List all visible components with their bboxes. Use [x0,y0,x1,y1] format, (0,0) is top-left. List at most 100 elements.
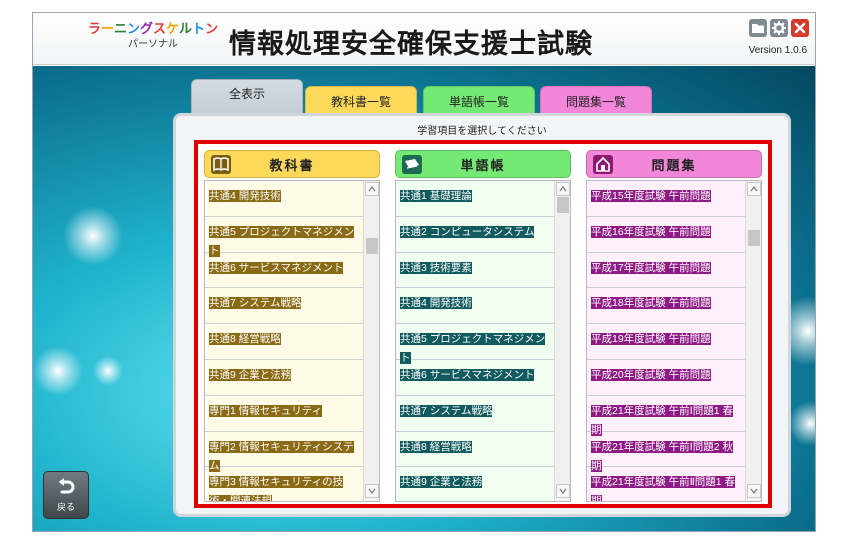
scroll-up-button[interactable] [556,182,570,196]
list-item-label: 専門1 情報セキュリティ [209,404,323,417]
list-item-label: 共通9 企業と法務 [400,476,483,489]
list-item[interactable]: 平成18年度試験 午前問題 [587,288,745,325]
scroll-thumb[interactable] [557,197,569,213]
list-item-label: 共通4 開発技術 [400,297,472,310]
scrollbar[interactable] [745,181,761,501]
list-item[interactable]: 平成16年度試験 午前問題 [587,217,745,253]
list-item-label: 共通6 サービスマネジメント [209,261,344,274]
chevron-down-icon [750,488,758,494]
brand-letter: ル [179,22,193,37]
list-item[interactable]: 平成17年度試験 午前問題 [587,253,745,289]
tab-textbook-list[interactable]: 教科書一覧 [305,86,417,115]
list-item-label: 共通7 システム戦略 [209,297,302,310]
scroll-down-button[interactable] [747,484,761,498]
list-item[interactable]: 平成21年度試験 午前Ⅱ問題1 春期 [587,467,745,501]
close-button[interactable] [791,19,809,37]
list-item[interactable]: 平成21年度試験 午前Ⅰ問題1 春期 [587,396,745,436]
list-item-label: 平成19年度試験 午前問題 [591,333,711,346]
list-item[interactable]: 共通6 サービスマネジメント [205,253,363,289]
chevron-down-icon [368,488,376,494]
column-header: 教科書 [204,150,380,178]
item-list[interactable]: 共通4 開発技術 共通5 プロジェクトマネジメント 共通6 サービスマネジメント 共通… [204,180,380,502]
list-items: 平成15年度試験 午前問題 平成16年度試験 午前問題 平成17年度試験 午前問題平… [587,181,745,501]
list-item[interactable]: 共通4 開発技術 [205,181,363,217]
list-item[interactable]: 平成21年度試験 午前Ⅰ問題2 秋期 [587,432,745,472]
brand-letter: ン [126,22,140,37]
list-item[interactable]: 共通3 技術要素 [396,253,554,289]
tab-label: 全表示 [228,87,265,101]
scroll-up-button[interactable] [365,182,379,196]
textbook-column: 教科書共通4 開発技術共通5 プロジェクトマネジメント共通6 サービスマネジメン… [204,150,380,504]
list-item-label: 共通4 開発技術 [209,190,281,202]
tab-question-list[interactable]: 問題集一覧 [540,86,652,115]
list-item[interactable]: 共通8 経営戦略 [205,324,363,360]
chevron-up-icon [559,186,567,192]
sparkle-decoration [63,206,123,266]
list-item[interactable]: 平成19年度試験 午前問題 [587,324,745,360]
scrollbar[interactable] [363,181,379,501]
list-item[interactable]: 共通7 システム戦略 [396,396,554,432]
window-controls [749,19,809,37]
list-item-label: 共通7 システム戦略 [400,404,493,417]
gear-icon [772,21,786,35]
list-item[interactable]: 共通9 企業と法務 [205,360,363,396]
list-item[interactable]: 共通6 サービスマネジメント [396,360,554,396]
chevron-down-icon [559,488,567,494]
list-item[interactable]: 共通1 基礎理論 [396,181,554,217]
sparkle-decoration [93,356,123,386]
list-item[interactable]: 共通4 開発技術 [396,288,554,325]
tab-label: 教科書一覧 [330,94,391,109]
scroll-down-button[interactable] [556,484,570,498]
scroll-down-button[interactable] [365,484,379,498]
scroll-up-button[interactable] [747,182,761,196]
column-title: 単語帳 [460,158,506,174]
scrollbar[interactable] [554,181,570,501]
scroll-thumb[interactable] [366,238,378,254]
list-item[interactable]: 共通7 システム戦略 [205,288,363,325]
list-items: 共通1 基礎理論 共通2 コンピュータシステム 共通3 技術要素 共通4 開発技術 共通… [396,181,554,501]
list-item[interactable]: 共通2 コンピュータシステム [396,217,554,253]
version-label: Version 1.0.6 [748,45,807,56]
list-item-label: 共通8 経営戦略 [400,440,472,453]
list-item[interactable]: 平成20年度試験 午前問題 [587,360,745,396]
list-items: 共通4 開発技術 共通5 プロジェクトマネジメント 共通6 サービスマネジメント 共通… [205,181,363,501]
list-item-label: 共通2 コンピュータシステム [400,225,535,238]
brand-letter: ラ [87,22,101,37]
brand-letter: ー [100,22,114,37]
brand-letter: ニ [113,22,127,37]
panel-hint: 学習項目を選択してください [417,126,547,137]
header-bar: ラーニングスケルトン パーソナル 情報処理安全確保支援士試験 Version 1… [33,13,815,65]
list-item[interactable]: 共通9 企業と法務 [396,467,554,501]
tab-wordbook-list[interactable]: 単語帳一覧 [423,86,535,115]
chevron-up-icon [368,186,376,192]
brand-logo: ラーニングスケルトン パーソナル [83,22,223,56]
item-list[interactable]: 平成15年度試験 午前問題 平成16年度試験 午前問題 平成17年度試験 午前問題平… [586,180,762,502]
list-item[interactable]: 専門1 情報セキュリティ [205,396,363,432]
brand-letter: ケ [166,22,180,37]
list-item[interactable]: 共通5 プロジェクトマネジメント [205,217,363,257]
list-item-label: 共通1 基礎理論 [400,190,472,202]
list-item-label: 平成20年度試験 午前問題 [591,368,711,381]
list-item-label: 平成18年度試験 午前問題 [591,297,711,310]
list-item-label: 平成17年度試験 午前問題 [591,261,711,274]
settings-button[interactable] [770,19,788,37]
scroll-thumb[interactable] [748,230,760,246]
column-title: 問題集 [651,158,697,174]
list-item[interactable]: 共通8 経営戦略 [396,432,554,468]
column-header: 問題集 [586,150,762,178]
item-list[interactable]: 共通1 基礎理論 共通2 コンピュータシステム 共通3 技術要素 共通4 開発技術 共通… [395,180,571,502]
tab-all[interactable]: 全表示 [191,79,303,115]
book-icon [211,155,231,174]
list-item[interactable]: 専門2 情報セキュリティシステム [205,432,363,472]
app-window: ラーニングスケルトン パーソナル 情報処理安全確保支援士試験 Version 1… [32,12,816,532]
list-item[interactable]: 平成15年度試験 午前問題 [587,181,745,217]
tab-label: 問題集一覧 [565,94,626,109]
column-header: 単語帳 [395,150,571,178]
tab-label: 単語帳一覧 [448,94,509,109]
columns-container: 教科書 共通4 開発技術 共通5 プロジェクトマネジメント 共通6 サービスマネジメン… [194,140,772,508]
folder-icon [752,24,764,33]
folder-button[interactable] [749,19,767,37]
list-item[interactable]: 専門3 情報セキュリティの技術・関連法規 [205,467,363,501]
back-button[interactable]: 戻る [43,471,89,519]
list-item[interactable]: 共通5 プロジェクトマネジメント [396,324,554,365]
